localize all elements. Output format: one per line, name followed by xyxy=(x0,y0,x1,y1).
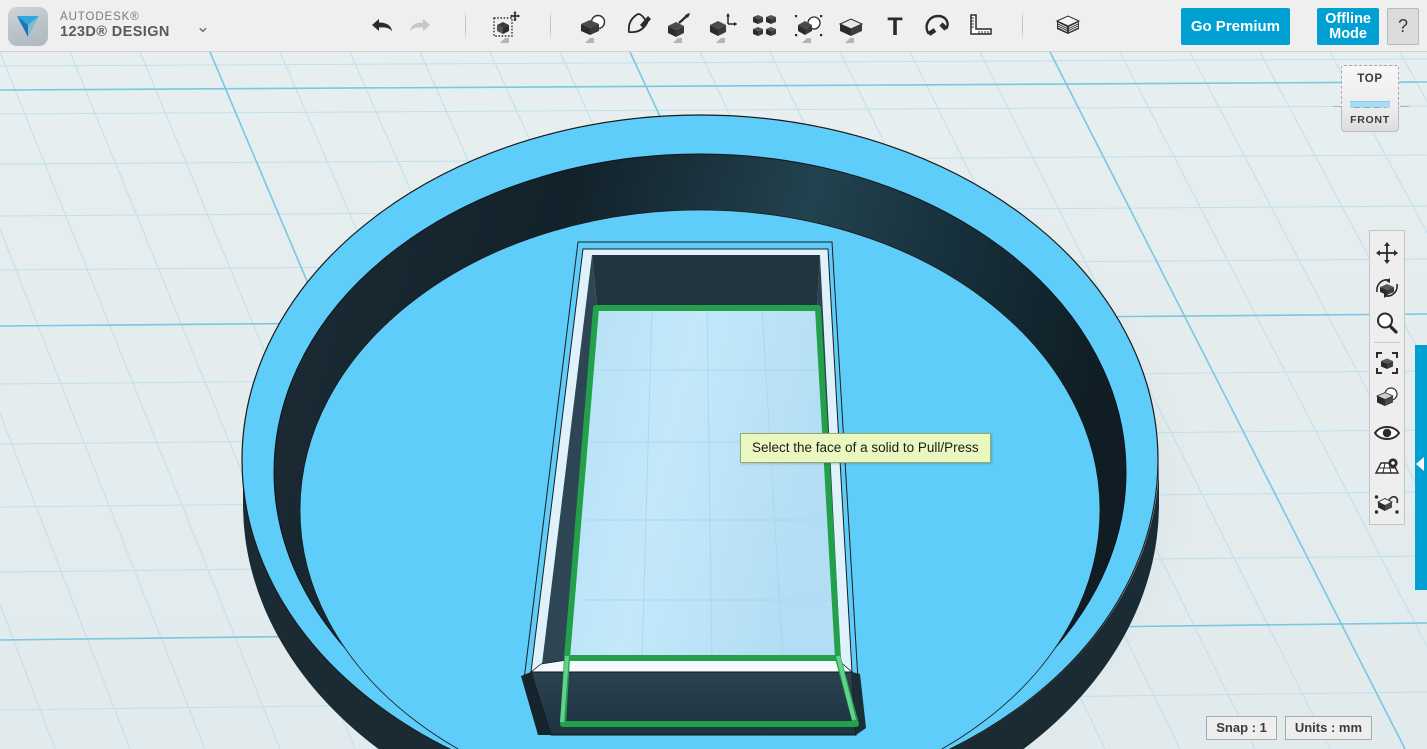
orbit-rotate-cube-icon[interactable] xyxy=(1370,270,1404,305)
offline-mode-button[interactable]: Offline Mode xyxy=(1317,8,1379,45)
top-toolbar: AUTODESK® 123D® DESIGN ⌄ xyxy=(0,0,1427,52)
measure-ruler-icon[interactable] xyxy=(960,6,1000,46)
view-cube[interactable]: TOP FRONT xyxy=(1337,65,1405,139)
fit-to-view-icon[interactable] xyxy=(1370,345,1404,380)
box-selected-face xyxy=(567,307,838,660)
snap-settings-icon[interactable] xyxy=(1370,485,1404,520)
units-status[interactable]: Units : mm xyxy=(1285,716,1372,740)
collapse-side-panel-tab[interactable] xyxy=(1415,345,1427,590)
text-tool-icon[interactable]: T xyxy=(875,6,915,46)
brand-product: 123D® DESIGN xyxy=(60,25,170,40)
modify-dropdown-caret[interactable] xyxy=(716,38,725,46)
sketch-pen-icon[interactable] xyxy=(618,6,658,46)
viewcube-front-face[interactable]: FRONT xyxy=(1341,108,1399,132)
tooltip: Select the face of a solid to Pull/Press xyxy=(740,433,991,463)
svg-text:T: T xyxy=(887,13,902,39)
grouping-dropdown-caret[interactable] xyxy=(802,38,811,46)
go-premium-button[interactable]: Go Premium xyxy=(1181,8,1290,45)
viewport-3d[interactable]: Select the face of a solid to Pull/Press… xyxy=(0,52,1427,749)
viewcube-arm-right xyxy=(1400,106,1409,107)
chevron-left-icon xyxy=(1416,457,1424,471)
redo-arrow-icon[interactable] xyxy=(400,6,440,46)
visibility-eye-icon[interactable] xyxy=(1370,415,1404,450)
offline-mode-line1: Offline xyxy=(1325,11,1371,27)
toolbar-divider xyxy=(1374,342,1400,343)
material-layers-icon[interactable] xyxy=(1048,6,1088,46)
brand-logo-group[interactable]: AUTODESK® 123D® DESIGN ⌄ xyxy=(8,4,210,48)
box-inner-back-wall xyxy=(592,255,820,307)
grid-display-icon[interactable] xyxy=(1370,450,1404,485)
pan-move-icon[interactable] xyxy=(1370,235,1404,270)
offline-mode-line2: Mode xyxy=(1329,26,1367,42)
view-navigation-toolbar xyxy=(1369,230,1405,525)
box-front-wall xyxy=(531,660,852,672)
snap-magnet-icon[interactable] xyxy=(918,6,958,46)
view-style-cube-icon[interactable] xyxy=(1370,380,1404,415)
snap-status[interactable]: Snap : 1 xyxy=(1206,716,1277,740)
toolbar-separator xyxy=(465,10,466,40)
primitives-dropdown-caret[interactable] xyxy=(585,38,594,46)
status-bar: Snap : 1 Units : mm xyxy=(1206,716,1372,740)
transform-dropdown-caret[interactable] xyxy=(500,38,509,46)
zoom-magnifier-icon[interactable] xyxy=(1370,305,1404,340)
brand-text: AUTODESK® 123D® DESIGN xyxy=(60,11,170,40)
brand-company: AUTODESK® xyxy=(60,11,170,23)
chevron-down-icon[interactable]: ⌄ xyxy=(196,18,210,35)
pattern-grid-icon[interactable] xyxy=(745,6,785,46)
toolbar-separator xyxy=(1022,10,1023,40)
combine-dropdown-caret[interactable] xyxy=(845,38,854,46)
autodesk-123d-pyramid-logo-icon xyxy=(8,6,48,46)
toolbar-separator xyxy=(550,10,551,40)
app-window: AUTODESK® 123D® DESIGN ⌄ xyxy=(0,0,1427,749)
undo-arrow-icon[interactable] xyxy=(362,6,402,46)
construct-dropdown-caret[interactable] xyxy=(673,38,682,46)
help-button[interactable]: ? xyxy=(1387,8,1419,45)
model-geometry[interactable] xyxy=(0,52,1427,749)
